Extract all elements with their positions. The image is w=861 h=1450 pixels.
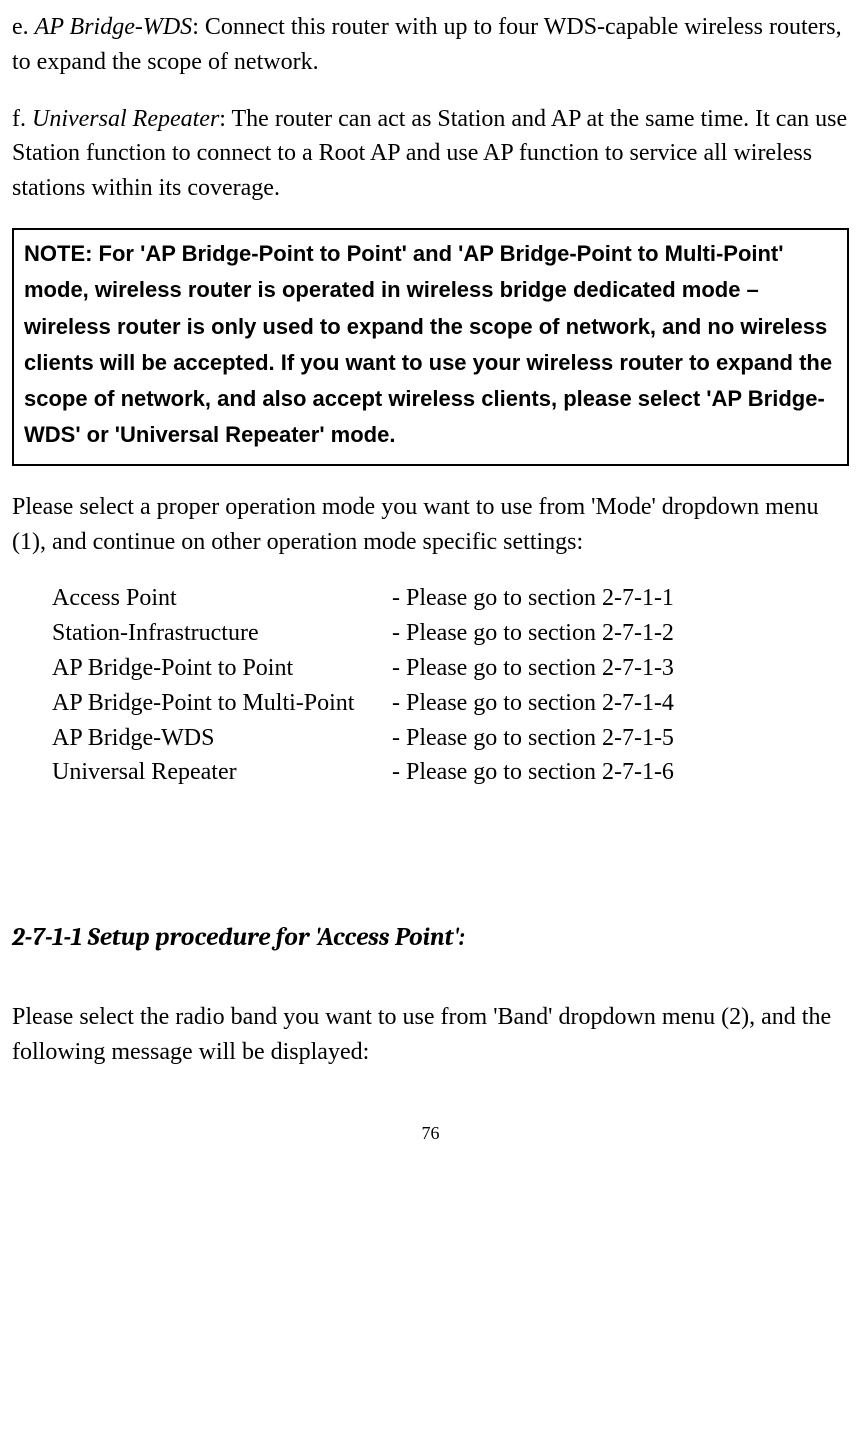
table-row: Access Point - Please go to section 2-7-… [52,581,849,616]
intro-paragraph: Please select a proper operation mode yo… [12,490,849,560]
note-box: NOTE: For 'AP Bridge-Point to Point' and… [12,228,849,466]
closing-paragraph: Please select the radio band you want to… [12,1000,849,1070]
mode-name: AP Bridge-WDS [52,721,392,756]
para-e-prefix: e. [12,14,35,40]
table-row: Station-Infrastructure - Please go to se… [52,616,849,651]
mode-table: Access Point - Please go to section 2-7-… [52,581,849,790]
table-row: AP Bridge-Point to Multi-Point - Please … [52,686,849,721]
mode-ref: - Please go to section 2-7-1-3 [392,651,849,686]
para-e-label: AP Bridge-WDS [35,14,193,40]
mode-name: Access Point [52,581,392,616]
mode-name: Universal Repeater [52,755,392,790]
table-row: AP Bridge-WDS - Please go to section 2-7… [52,721,849,756]
mode-name: Station-Infrastructure [52,616,392,651]
paragraph-e: e. AP Bridge-WDS: Connect this router wi… [12,10,849,80]
section-heading: 2-7-1-1 Setup procedure for 'Access Poin… [12,920,849,956]
mode-ref: - Please go to section 2-7-1-1 [392,581,849,616]
mode-name: AP Bridge-Point to Multi-Point [52,686,392,721]
paragraph-f: f. Universal Repeater: The router can ac… [12,102,849,206]
page-number: 76 [12,1120,849,1146]
mode-ref: - Please go to section 2-7-1-4 [392,686,849,721]
table-row: Universal Repeater - Please go to sectio… [52,755,849,790]
mode-ref: - Please go to section 2-7-1-6 [392,755,849,790]
note-text: NOTE: For 'AP Bridge-Point to Point' and… [24,241,832,447]
mode-ref: - Please go to section 2-7-1-5 [392,721,849,756]
table-row: AP Bridge-Point to Point - Please go to … [52,651,849,686]
mode-ref: - Please go to section 2-7-1-2 [392,616,849,651]
para-f-label: Universal Repeater [32,106,219,132]
mode-name: AP Bridge-Point to Point [52,651,392,686]
para-f-prefix: f. [12,106,32,132]
